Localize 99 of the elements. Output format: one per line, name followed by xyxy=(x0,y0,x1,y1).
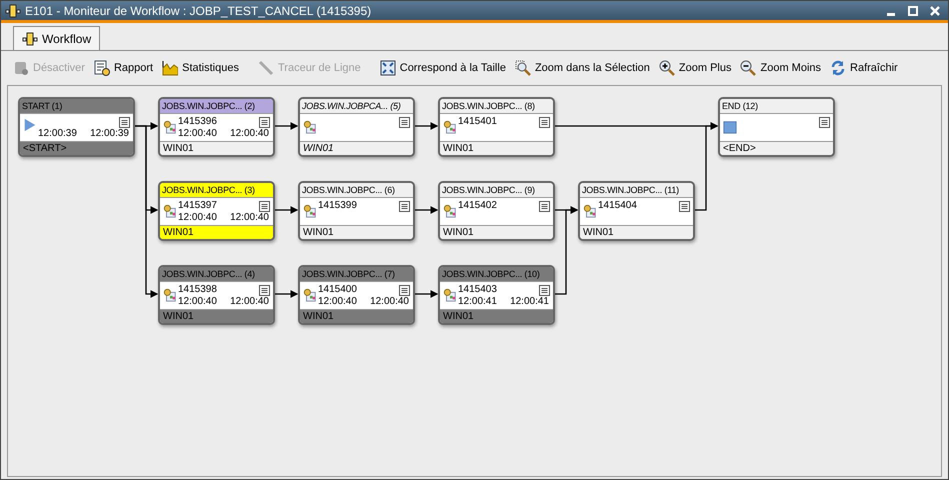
end-time: 12:00:39 xyxy=(90,128,129,140)
play-icon xyxy=(23,118,37,132)
node-host: WIN01 xyxy=(440,225,553,239)
toolbar-button[interactable]: Statistiques xyxy=(162,57,239,79)
job-node[interactable]: JOBS.WIN.JOBPC... (7) 1415400 12:00:40 12:00:40 WIN01 xyxy=(298,265,415,325)
start-time: 12:00:39 xyxy=(38,128,77,140)
run-id: 1415396 xyxy=(178,116,217,128)
node-host: WIN01 xyxy=(440,309,553,323)
node-title: START (1) xyxy=(20,99,133,114)
details-icon[interactable] xyxy=(539,201,550,212)
end-time: 12:00:40 xyxy=(230,128,269,140)
details-icon[interactable] xyxy=(539,285,550,296)
node-title: END (12) xyxy=(720,99,833,114)
toolbar-button[interactable]: Zoom dans la Sélection xyxy=(514,57,650,79)
toolbar-button[interactable]: Zoom Plus xyxy=(658,57,732,79)
node-host: WIN01 xyxy=(160,141,273,155)
node-host: WIN01 xyxy=(160,225,273,239)
zoom-out-icon xyxy=(740,60,756,76)
details-icon[interactable] xyxy=(399,117,410,128)
chart-icon xyxy=(162,60,178,76)
window-title: E101 - Moniteur de Workflow : JOBP_TEST_CANCEL (1415395) xyxy=(25,2,372,20)
node-title: JOBS.WIN.JOBPC... (4) xyxy=(160,267,273,282)
node-host: WIN01 xyxy=(440,141,553,155)
connector-arrow xyxy=(415,206,438,214)
run-id: 1415404 xyxy=(598,200,637,212)
end-time: 12:00:40 xyxy=(230,212,269,224)
workflow-icon xyxy=(5,4,21,18)
node-title: JOBS.WIN.JOBPC... (3) xyxy=(160,183,273,198)
report-icon xyxy=(94,60,110,76)
node-host: WIN01 xyxy=(300,225,413,239)
close-icon[interactable] xyxy=(930,6,940,16)
run-id: 1415401 xyxy=(458,116,497,128)
end-time: 12:00:41 xyxy=(510,296,549,308)
run-id: 1415397 xyxy=(178,200,217,212)
node-title: JOBS.WIN.JOBPC... (8) xyxy=(440,99,553,114)
node-title: JOBS.WIN.JOBPC... (2) xyxy=(160,99,273,114)
maximize-icon[interactable] xyxy=(908,6,918,16)
details-icon[interactable] xyxy=(819,117,830,128)
node-host: <END> xyxy=(720,141,833,155)
connector-arrow xyxy=(415,290,438,298)
node-host: WIN01 xyxy=(300,309,413,323)
line-icon xyxy=(258,60,274,76)
node-title: JOBS.WIN.JOBPC... (9) xyxy=(440,183,553,198)
start-time: 12:00:40 xyxy=(178,212,217,224)
disable-icon xyxy=(13,60,29,76)
job-node[interactable]: JOBS.WIN.JOBPC... (2) 1415396 12:00:40 12:00:40 WIN01 xyxy=(158,97,275,157)
job-node[interactable]: JOBS.WIN.JOBPC... (9) 1415402 WIN01 xyxy=(438,181,555,241)
run-id: 1415398 xyxy=(178,284,217,296)
job-node[interactable]: JOBS.WIN.JOBPC... (11) 1415404 WIN01 xyxy=(578,181,695,241)
job-node[interactable]: JOBS.WIN.JOBPC... (8) 1415401 WIN01 xyxy=(438,97,555,157)
toolbar-button[interactable]: Rapport xyxy=(94,57,154,79)
job-node[interactable]: JOBS.WIN.JOBPC... (6) 1415399 WIN01 xyxy=(298,181,415,241)
connector-arrow xyxy=(275,206,298,214)
node-title: JOBS.WIN.JOBPC... (11) xyxy=(580,183,693,198)
zoom-in-icon xyxy=(658,60,675,76)
job-node[interactable]: JOBS.WIN.JOBPCA... (5) WIN01 xyxy=(298,97,415,157)
job-node[interactable]: JOBS.WIN.JOBPC... (3) 1415397 12:00:40 12:00:40 WIN01 xyxy=(158,181,275,241)
toolbar-button[interactable]: Correspond à la Taille xyxy=(380,57,506,79)
stop-icon xyxy=(723,120,737,134)
end-time: 12:00:40 xyxy=(370,296,409,308)
zoom-selection-icon xyxy=(514,60,531,76)
node-host: WIN01 xyxy=(300,141,413,155)
end-time: 12:00:40 xyxy=(230,296,269,308)
details-icon[interactable] xyxy=(259,285,270,296)
run-id: 1415399 xyxy=(318,200,357,212)
job-node[interactable]: JOBS.WIN.JOBPC... (10) 1415403 12:00:41 12:00:41 WIN01 xyxy=(438,265,555,325)
node-title: JOBS.WIN.JOBPC... (7) xyxy=(300,267,413,282)
fit-icon xyxy=(380,60,396,76)
details-icon[interactable] xyxy=(259,201,270,212)
details-icon[interactable] xyxy=(399,201,410,212)
details-icon[interactable] xyxy=(539,117,550,128)
job-node[interactable]: START (1) 12:00:39 12:00:39 <START> xyxy=(18,97,135,157)
node-host: WIN01 xyxy=(160,309,273,323)
run-id: 1415400 xyxy=(318,284,357,296)
details-icon[interactable] xyxy=(259,117,270,128)
refresh-icon xyxy=(830,60,846,76)
node-title: JOBS.WIN.JOBPC... (10) xyxy=(440,267,553,282)
workflow-tab[interactable]: Workflow xyxy=(13,26,100,50)
node-title: JOBS.WIN.JOBPC... (6) xyxy=(300,183,413,198)
connector-arrow xyxy=(275,122,298,130)
job-node[interactable]: END (12) <END> xyxy=(718,97,835,157)
connector-arrow xyxy=(415,122,438,130)
node-host: WIN01 xyxy=(580,225,693,239)
run-id: 1415403 xyxy=(458,284,497,296)
details-icon[interactable] xyxy=(119,117,130,128)
start-time: 12:00:40 xyxy=(178,296,217,308)
toolbar-button[interactable]: Zoom Moins xyxy=(740,57,822,79)
node-title: JOBS.WIN.JOBPCA... (5) xyxy=(300,99,413,114)
start-time: 12:00:41 xyxy=(458,296,497,308)
workflow-icon xyxy=(22,32,38,46)
toolbar-button[interactable]: Rafraîchir xyxy=(830,57,898,79)
start-time: 12:00:40 xyxy=(178,128,217,140)
details-icon[interactable] xyxy=(679,201,690,212)
details-icon[interactable] xyxy=(399,285,410,296)
start-time: 12:00:40 xyxy=(318,296,357,308)
connector-arrow xyxy=(275,290,298,298)
job-node[interactable]: JOBS.WIN.JOBPC... (4) 1415398 12:00:40 12:00:40 WIN01 xyxy=(158,265,275,325)
node-host: <START> xyxy=(20,141,133,155)
run-id: 1415402 xyxy=(458,200,497,212)
